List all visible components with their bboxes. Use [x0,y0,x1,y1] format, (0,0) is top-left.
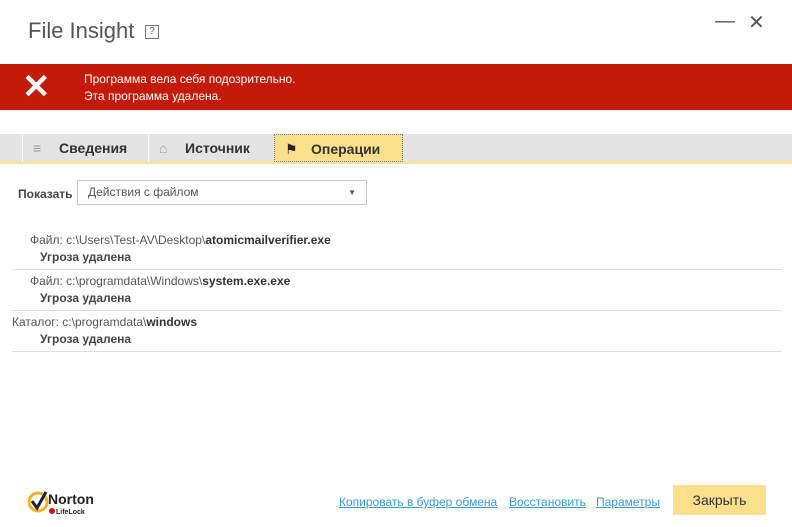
close-window-button[interactable]: ✕ [748,10,765,35]
tab-bar: ≡ Сведения ⌂ Источник ⚑ Операции [0,134,792,164]
window-title: File Insight [28,18,135,43]
item-path: Каталог: c:\programdata\windows [12,315,198,329]
home-icon: ⌂ [159,140,168,156]
x-icon: ✕ [22,68,51,106]
banner-line-2: Эта программа удалена. [84,89,222,103]
norton-logo: Norton LifeLock [27,488,108,516]
filter-select[interactable]: Действия с файлом ▼ [77,180,367,205]
settings-link[interactable]: Параметры [596,495,660,509]
item-status: Угроза удалена [40,250,132,264]
help-button[interactable]: ? [145,25,159,39]
svg-text:LifeLock: LifeLock [56,509,85,516]
item-path: Файл: c:\programdata\Windows\system.exe.… [30,274,291,288]
close-button[interactable]: Закрыть [673,485,766,515]
restore-link[interactable]: Восстановить [509,495,586,509]
svg-text:Norton: Norton [48,491,94,507]
threat-banner: ✕ Программа вела себя подозрительно. Эта… [0,64,792,110]
item-status: Угроза удалена [40,291,132,305]
tab-label: Операции [311,141,381,157]
list-item: Файл: c:\Users\Test-AV\Desktop\atomicmai… [12,229,781,270]
chevron-down-icon: ▼ [348,188,356,197]
filter-value: Действия с файлом [88,185,199,199]
tab-operations[interactable]: ⚑ Операции [274,134,403,162]
list-item: Каталог: c:\programdata\windows Угроза уд… [12,311,781,352]
copy-to-clipboard-link[interactable]: Копировать в буфер обмена [339,495,497,509]
item-status: Угроза удалена [40,332,132,346]
minimize-button[interactable]: — [715,10,735,33]
filter-label: Показать [18,187,73,201]
list-icon: ≡ [33,140,42,156]
tab-details[interactable]: ≡ Сведения [22,134,147,162]
tab-label: Источник [185,140,250,156]
tab-source[interactable]: ⌂ Источник [148,134,274,162]
item-path: Файл: c:\Users\Test-AV\Desktop\atomicmai… [30,233,331,247]
banner-line-1: Программа вела себя подозрительно. [84,72,296,86]
flag-icon: ⚑ [285,141,298,157]
list-item: Файл: c:\programdata\Windows\system.exe.… [12,270,781,311]
tab-label: Сведения [59,140,128,156]
